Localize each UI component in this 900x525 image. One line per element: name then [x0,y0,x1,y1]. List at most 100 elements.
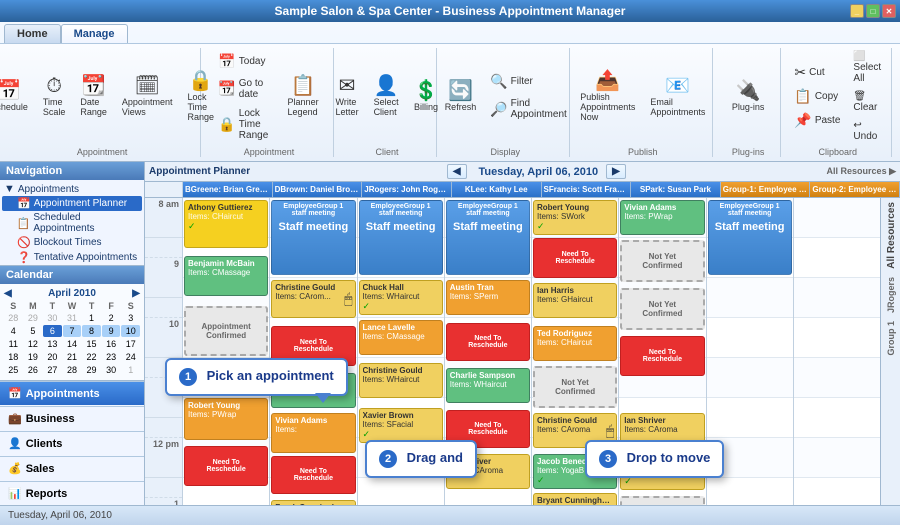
nav-clients-button[interactable]: 👤 Clients [0,431,144,455]
cal-day-2[interactable]: 2 [102,312,121,324]
appt-jrogers-christine[interactable]: Christine Gould Items: WHaircut [359,363,443,398]
appt-sfrancis-reschedule[interactable]: Need ToReschedule [533,238,617,278]
cal-day-12[interactable]: 12 [24,338,43,350]
appt-klee-staff[interactable]: EmployeeGroup 1 staff meeting Staff meet… [446,200,530,275]
appt-dbrown-frank[interactable]: Frank Cunningham [271,500,355,505]
find-appt-button[interactable]: 🔎 Find Appointment [485,95,572,123]
lock-range-button[interactable]: 🔒 Lock Time Range [213,105,278,144]
appt-dbrown-reschedule2[interactable]: Need ToReschedule [271,456,355,494]
appt-sfrancis-ted[interactable]: Ted Rodriguez Items: CHaircut [533,326,617,361]
plugins-button[interactable]: 🔌 Plug-ins [726,77,771,116]
cal-day-5[interactable]: 5 [24,325,43,337]
appt-jrogers-lance[interactable]: Lance Lavelle Items: CMassage [359,320,443,355]
cal-day-14[interactable]: 14 [63,338,82,350]
filter-button[interactable]: 🔍 Filter [485,70,572,93]
appt-dbrown-christine[interactable]: Christine Gould Items: CArom... 🖱 [271,280,355,318]
undo-button[interactable]: ↩ Undo [848,117,886,145]
cal-day-28[interactable]: 28 [63,364,82,376]
appt-dbrown-vivian[interactable]: Vivian Adams Items: [271,413,355,453]
planner-grid-container[interactable]: 8 am 9 10 11 12 pm 1 2 [145,198,880,505]
cal-day-6[interactable]: 6 [43,325,62,337]
prev-month-button[interactable]: ◀ [4,288,12,299]
cal-day-15[interactable]: 15 [82,338,101,350]
cal-day-29p[interactable]: 29 [24,312,43,324]
cal-day-23[interactable]: 23 [102,351,121,363]
cal-day-9[interactable]: 9 [102,325,121,337]
cal-day-24[interactable]: 24 [121,351,140,363]
appt-bgreene-reschedule[interactable]: Need ToReschedule [184,446,268,486]
col-header-spark[interactable]: SPark: Susan Park [631,182,721,197]
cal-day-18[interactable]: 18 [4,351,23,363]
col-header-klee[interactable]: KLee: Kathy Lee [452,182,542,197]
cal-day-1n[interactable]: 1 [121,364,140,376]
schedule-button[interactable]: 📅 Schedule [0,77,34,116]
cal-day-7[interactable]: 7 [63,325,82,337]
clear-button[interactable]: 🗑 Clear [848,88,886,116]
cal-day-16[interactable]: 16 [102,338,121,350]
appt-spark-reschedule[interactable]: Need ToReschedule [620,336,704,376]
appt-group1-staff[interactable]: EmployeeGroup 1 staff meeting Staff meet… [708,200,792,275]
appt-bgreene-2[interactable]: Benjamin McBain Items: CMassage [184,256,268,296]
nav-appointments-button[interactable]: 📅 Appointments [0,381,144,405]
col-header-jrogers[interactable]: JRogers: John Rogers [362,182,452,197]
cal-day-1[interactable]: 1 [82,312,101,324]
appt-klee-charlie[interactable]: Charlie Sampson Items: WHaircut [446,368,530,403]
sidebar-item-blockout[interactable]: 🚫 Blockout Times [2,235,142,250]
cal-day-17[interactable]: 17 [121,338,140,350]
cal-day-13[interactable]: 13 [43,338,62,350]
today-button[interactable]: 📅 Today [213,50,278,73]
write-letter-button[interactable]: ✉ WriteLetter [330,72,365,121]
nav-sales-button[interactable]: 💰 Sales [0,456,144,480]
appt-jrogers-staff[interactable]: EmployeeGroup 1 staff meeting Staff meet… [359,200,443,275]
select-all-button[interactable]: ⬜ Select All [848,48,886,87]
appt-jrogers-xavier[interactable]: Xavier Brown Items: SFacial ✓ [359,408,443,443]
cal-day-26[interactable]: 26 [24,364,43,376]
cal-day-30[interactable]: 30 [102,364,121,376]
appt-spark-vivian[interactable]: Vivian Adams Items: PWrap [620,200,704,235]
appt-sfrancis-ian[interactable]: Ian Harris Items: GHaircut [533,283,617,318]
select-client-button[interactable]: 👤 SelectClient [368,72,405,121]
sidebar-item-scheduled[interactable]: 📋 Scheduled Appointments [2,211,142,235]
sidebar-item-appt-planner[interactable]: 📅 Appointment Planner [2,196,142,211]
refresh-button[interactable]: 🔄 Refresh [439,77,483,116]
appt-klee-reschedule[interactable]: Need ToReschedule [446,323,530,361]
next-month-button[interactable]: ▶ [132,288,140,299]
appt-jrogers-chuck[interactable]: Chuck Hall Items: WHaircut ✓ [359,280,443,315]
cal-day-20[interactable]: 20 [43,351,62,363]
cal-day-22[interactable]: 22 [82,351,101,363]
next-date-button[interactable]: ▶ [606,164,626,179]
cal-day-11[interactable]: 11 [4,338,23,350]
nav-business-button[interactable]: 💼 Business [0,406,144,430]
cal-day-28p[interactable]: 28 [4,312,23,324]
col-header-bgreene[interactable]: BGreene: Brian Greene [183,182,273,197]
sidebar-item-tentative[interactable]: ❓ Tentative Appointments [2,250,142,265]
appt-sfrancis-robert[interactable]: Robert Young Items: SWork ✓ [533,200,617,235]
close-button[interactable]: ✕ [882,4,896,18]
appt-sfrancis-notconfirmed[interactable]: Not YetConfirmed [533,366,617,408]
cal-day-8[interactable]: 8 [82,325,101,337]
cal-day-31p[interactable]: 31 [63,312,82,324]
minimize-button[interactable]: _ [850,4,864,18]
col-header-group2[interactable]: Group-2: Employee G... [810,182,900,197]
maximize-button[interactable]: □ [866,4,880,18]
col-header-sfrancis[interactable]: SFrancis: Scott Francis [542,182,632,197]
cal-day-21[interactable]: 21 [63,351,82,363]
appt-sfrancis-bryant[interactable]: Bryant Cunningham Items: CHaircut ✓ [533,493,617,505]
cal-day-30p[interactable]: 30 [43,312,62,324]
publish-button[interactable]: 📤 Publish AppointmentsNow [574,67,641,126]
appt-bgreene-1[interactable]: Athony Guttierez Items: CHaircut ✓ [184,200,268,248]
col-header-dbrown[interactable]: DBrown: Daniel Brown [273,182,363,197]
prev-date-button[interactable]: ◀ [447,164,467,179]
date-range-button[interactable]: 📆 DateRange [74,72,113,121]
appt-bgreene-3[interactable]: Robert Young Items: PWrap [184,398,268,440]
tab-home[interactable]: Home [4,24,61,43]
time-scale-button[interactable]: ⏱ TimeScale [37,72,72,121]
cut-button[interactable]: ✂Cut [789,61,845,84]
planner-legend-button[interactable]: 📋 PlannerLegend [282,72,325,121]
goto-date-button[interactable]: 📆 Go to date [213,75,278,103]
sidebar-item-appointments[interactable]: ▼ Appointments [2,182,142,196]
cal-day-3[interactable]: 3 [121,312,140,324]
paste-button[interactable]: 📌Paste [789,109,845,132]
appt-bgreene-confirmed[interactable]: AppointmentConfirmed [184,306,268,356]
cal-day-27[interactable]: 27 [43,364,62,376]
